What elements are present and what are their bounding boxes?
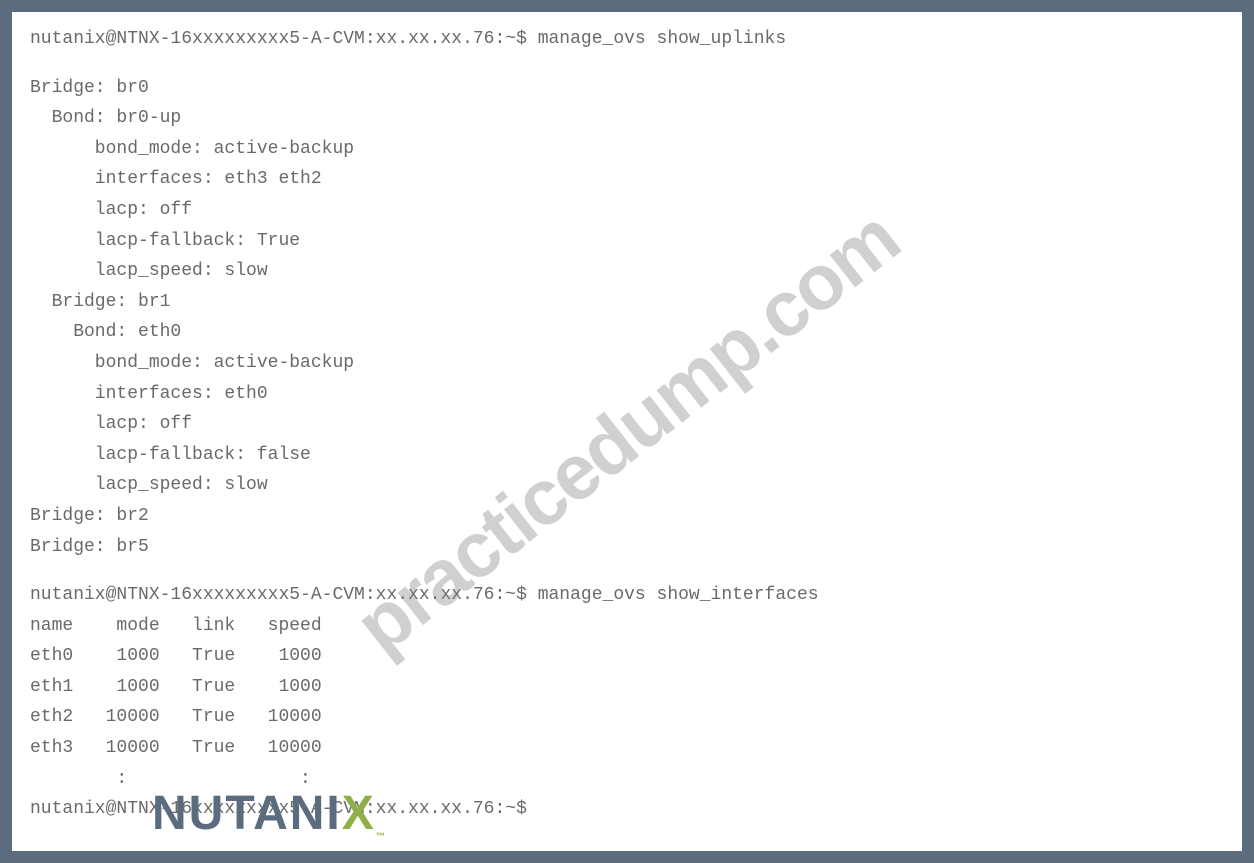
- output-line: Bridge: br0: [30, 73, 1224, 104]
- output-line: Bridge: br5: [30, 532, 1224, 563]
- output-line: Bridge: br2: [30, 501, 1224, 532]
- output-line: lacp_speed: slow: [30, 256, 1224, 287]
- output-line: Bond: eth0: [30, 317, 1224, 348]
- output-line: bond_mode: active-backup: [30, 348, 1224, 379]
- command-text: manage_ovs show_interfaces: [538, 585, 819, 605]
- table-row: eth0 1000 True 1000: [30, 641, 1224, 672]
- logo-tm: ™: [376, 831, 387, 841]
- prompt-line-2: nutanix@NTNX-16xxxxxxxxx5-A-CVM:xx.xx.xx…: [30, 580, 1224, 611]
- prompt-line-1: nutanix@NTNX-16xxxxxxxxx5-A-CVM:xx.xx.xx…: [30, 24, 1224, 55]
- output-line: lacp: off: [30, 409, 1224, 440]
- output-line: lacp-fallback: false: [30, 440, 1224, 471]
- prompt-text: nutanix@NTNX-16xxxxxxxxx5-A-CVM:xx.xx.xx…: [30, 585, 527, 605]
- output-line: lacp-fallback: True: [30, 226, 1224, 257]
- table-header: name mode link speed: [30, 611, 1224, 642]
- terminal-window: practicedump.com nutanix@NTNX-16xxxxxxxx…: [8, 8, 1246, 855]
- output-line: Bridge: br1: [30, 287, 1224, 318]
- prompt-line-3: nutanix@NTNX-16xxxxxxxxx5-A-CVM:xx.xx.xx…: [30, 794, 1224, 825]
- output-line: interfaces: eth3 eth2: [30, 164, 1224, 195]
- output-line: Bond: br0-up: [30, 103, 1224, 134]
- prompt-text: nutanix@NTNX-16xxxxxxxxx5-A-CVM:xx.xx.xx…: [30, 799, 527, 819]
- output-line: lacp_speed: slow: [30, 470, 1224, 501]
- output-line: lacp: off: [30, 195, 1224, 226]
- output-line: interfaces: eth0: [30, 379, 1224, 410]
- table-row: eth2 10000 True 10000: [30, 702, 1224, 733]
- table-row: eth1 1000 True 1000: [30, 672, 1224, 703]
- table-row: eth3 10000 True 10000: [30, 733, 1224, 764]
- output-line: bond_mode: active-backup: [30, 134, 1224, 165]
- table-row: : :: [30, 764, 1224, 795]
- command-text: manage_ovs show_uplinks: [538, 29, 786, 49]
- prompt-text: nutanix@NTNX-16xxxxxxxxx5-A-CVM:xx.xx.xx…: [30, 29, 527, 49]
